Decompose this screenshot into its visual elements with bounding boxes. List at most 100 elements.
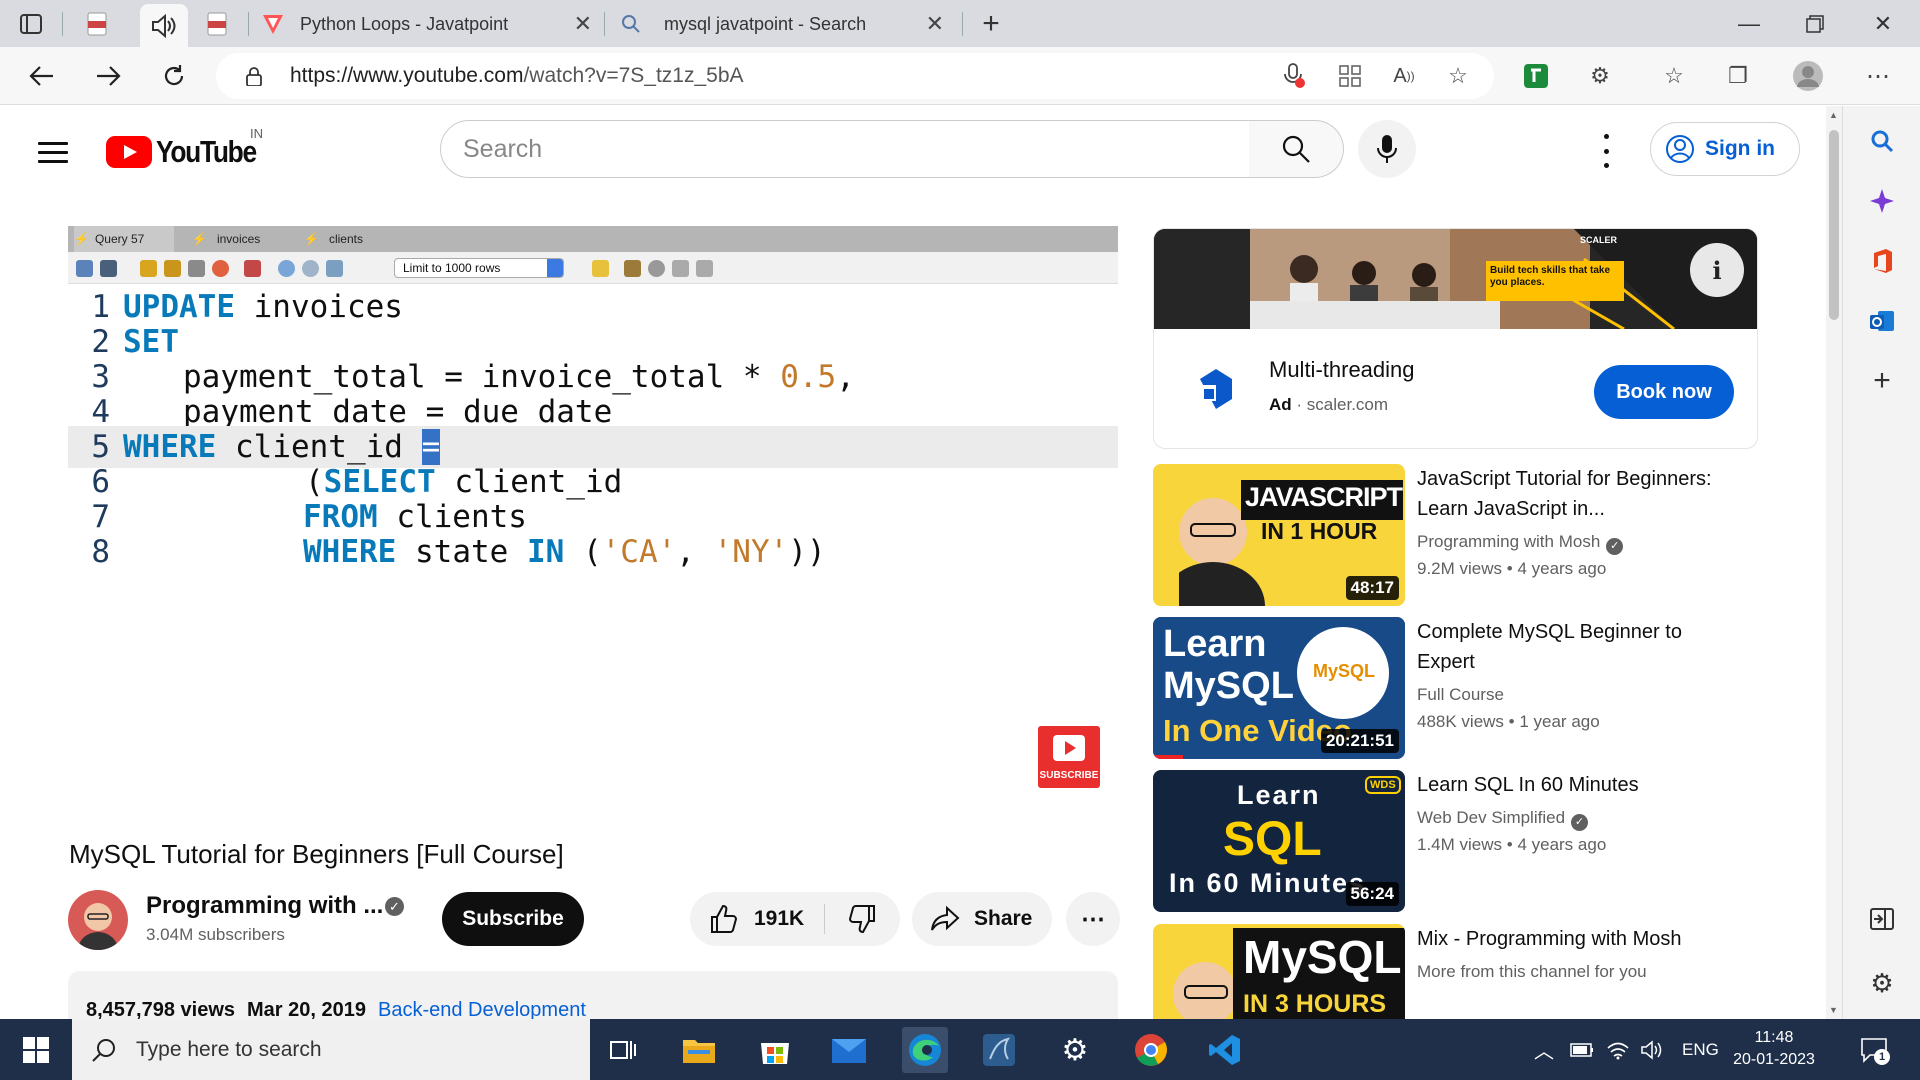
channel-avatar[interactable] [68,890,128,950]
suggested-video[interactable]: Learn SQL In 60 Minutes WDS 56:24 Learn … [1153,770,1832,912]
more-actions-button[interactable]: ⋯ [1066,892,1120,946]
thumbs-down-icon [848,905,875,934]
sidebar-settings-icon[interactable]: ⚙ [1863,964,1901,1002]
address-bar-row: https://www.youtube.com/watch?v=7S_tz1z_… [0,47,1920,105]
refresh-button[interactable] [154,57,194,95]
volume-icon[interactable] [1640,1019,1664,1080]
sql-editor: 1 UPDATE invoices 2 SET 3 payment_total = inv… [68,284,1118,754]
file-explorer-icon[interactable] [676,1027,722,1073]
thumb-text: In 60 Minutes [1169,868,1367,898]
battery-icon[interactable] [1570,1019,1594,1080]
browser-tab[interactable] [204,4,240,44]
close-window-button[interactable]: ✕ [1850,0,1916,47]
notification-count: 1 [1874,1049,1890,1065]
extension-green-icon[interactable] [1518,59,1554,93]
restore-button[interactable] [1782,0,1848,47]
browser-tab-python-loops[interactable]: Python Loops - Javatpoint ✕ [260,4,600,44]
menu-icon[interactable] [38,142,68,164]
book-now-button[interactable]: Book now [1594,365,1734,419]
read-aloud-icon[interactable]: A)) [1386,59,1422,93]
search-icon [1282,135,1310,163]
description-box[interactable]: 8,457,798 views Mar 20, 2019 Back-end De… [68,971,1118,1019]
wifi-icon[interactable] [1606,1019,1630,1080]
suggested-video[interactable]: Learn MySQL In One Video MySQL 20:21:51 … [1153,617,1832,759]
browser-tab[interactable] [84,4,124,44]
minimize-button[interactable]: — [1716,0,1782,47]
microsoft-store-icon[interactable] [752,1027,798,1073]
search-icon [618,11,644,37]
settings-more-icon[interactable]: ⋯ [1860,59,1896,93]
scrollbar-thumb[interactable] [1829,130,1839,320]
clock[interactable]: 11:48 20-01-2023 [1724,1027,1824,1071]
profile-avatar[interactable] [1790,59,1826,93]
account-icon [1666,135,1694,163]
thumb-text: Learn [1237,780,1321,810]
like-button[interactable]: 191K [690,892,824,946]
save-icon [100,260,117,277]
code-line: 8 WHERE state IN ('CA', 'NY')) [68,531,1118,573]
ad-banner-text: Build tech skills that take you places. [1490,265,1611,288]
youtube-wordmark: YouTube [156,134,257,169]
chrome-icon[interactable] [1128,1027,1174,1073]
notifications-button[interactable]: 1 [1860,1019,1890,1080]
lightning-icon: ⚡ [304,232,319,246]
add-sidebar-app-icon[interactable]: + [1863,362,1901,400]
outlook-icon[interactable] [1863,302,1901,340]
browser-tab-active[interactable] [140,4,188,47]
mail-icon[interactable] [826,1027,872,1073]
like-divider [824,904,825,934]
hide-sidebar-icon[interactable] [1863,900,1901,938]
share-button[interactable]: Share [912,892,1052,946]
channel-name[interactable]: Programming with ... [146,892,383,920]
tab-actions-button[interactable] [18,4,54,44]
scroll-up-icon[interactable]: ▲ [1829,110,1838,120]
suggested-mix[interactable]: MySQL IN 3 HOURS Mix - Programming with … [1153,924,1832,1019]
category-link[interactable]: Back-end Development [378,999,586,1019]
scroll-down-icon[interactable]: ▼ [1829,1005,1838,1015]
close-icon[interactable]: ✕ [566,11,600,37]
tray-expand-icon[interactable]: ︿ [1534,1019,1554,1080]
scaler-logo-icon [1200,369,1232,409]
office-icon[interactable] [1863,242,1901,280]
new-tab-button[interactable]: + [976,4,1006,44]
close-icon[interactable]: ✕ [918,11,952,37]
language-indicator[interactable]: ENG [1682,1019,1719,1080]
ad-info-button[interactable]: i [1690,243,1744,297]
sign-in-button[interactable]: Sign in [1650,122,1800,176]
browser-tab-mysql-search[interactable]: mysql javatpoint - Search ✕ [618,4,952,44]
subscribe-button[interactable]: Subscribe [442,892,584,946]
page-scrollbar[interactable]: ▲ ▼ [1826,106,1842,1019]
favorites-icon[interactable]: ☆ [1656,59,1692,93]
task-view-icon[interactable] [600,1027,646,1073]
ad-card[interactable]: SCALER Build tech skills that take you p… [1153,228,1758,449]
search-input[interactable]: Search [440,120,1250,178]
apps-icon[interactable] [1332,59,1368,93]
forward-button[interactable] [88,57,128,95]
search-button[interactable] [1249,120,1344,178]
youtube-logo[interactable]: YouTube [106,134,274,170]
edge-sidebar: + ⚙ [1842,106,1920,1019]
mysql-workbench-icon[interactable] [976,1027,1022,1073]
back-button[interactable] [22,57,62,95]
upload-date: Mar 20, 2019 [247,999,366,1019]
add-favorite-icon[interactable]: ☆ [1440,59,1476,93]
taskbar-search-input[interactable]: Type here to search [72,1019,590,1080]
collections-icon[interactable]: ❐ [1720,59,1756,93]
vscode-icon[interactable] [1202,1027,1248,1073]
voice-search-button[interactable] [1358,120,1416,178]
microphone-blocked-icon[interactable] [1276,59,1312,93]
search-icon[interactable] [1863,122,1901,160]
workbench-tab-bar: ⚡ Query 57 ⚡ invoices ⚡ clients [68,226,1118,252]
suggested-video[interactable]: JAVASCRIPT IN 1 HOUR 48:17 JavaScript Tu… [1153,464,1832,606]
dislike-button[interactable] [826,892,900,946]
video-player[interactable]: ⚡ Query 57 ⚡ invoices ⚡ clients Limit to 10… [68,226,1118,814]
youtube-page: YouTube IN Search Sign in ⚡ Query 57 ⚡ inv… [0,106,1832,1019]
copilot-sparkle-icon[interactable] [1863,182,1901,220]
extensions-puzzle-icon[interactable]: ⚙ [1582,59,1618,93]
more-options-icon[interactable] [1596,134,1616,168]
rollback-icon [302,260,319,277]
plus-icon: + [982,7,1000,40]
edge-browser-icon[interactable] [902,1027,948,1073]
settings-gear-icon[interactable]: ⚙ [1052,1027,1098,1073]
start-button[interactable] [0,1019,72,1080]
